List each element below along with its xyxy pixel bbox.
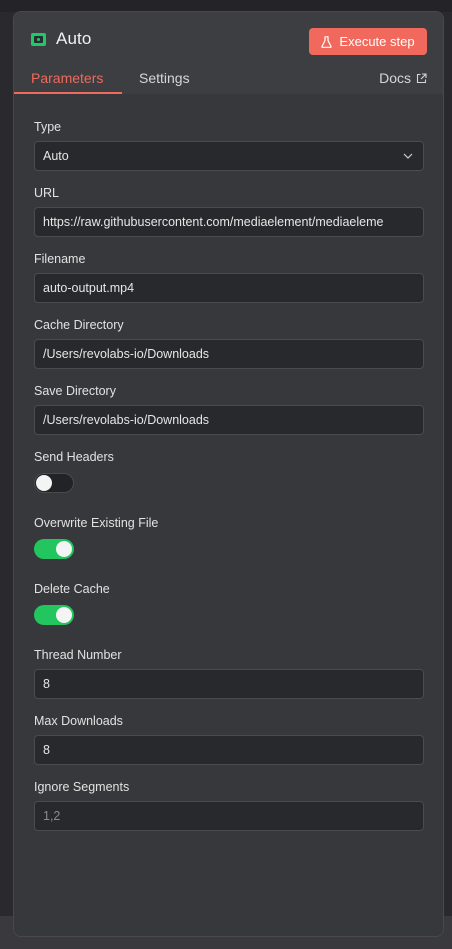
panel-header: Auto Execute step Parameters Settings Do… [14,12,443,94]
max-downloads-label: Max Downloads [34,714,123,728]
chevron-down-icon [403,153,413,159]
overwrite-existing-file-label: Overwrite Existing File [34,516,159,530]
cache-directory-field: Cache Directory /Users/revolabs-io/Downl… [34,317,424,369]
parameters-form: Type Auto URL https://raw.githubusercont… [14,94,443,936]
type-label: Type [34,120,62,134]
cache-directory-label: Cache Directory [34,318,124,332]
delete-cache-label: Delete Cache [34,582,110,596]
thread-number-label: Thread Number [34,648,122,662]
max-downloads-field: Max Downloads 8 [34,713,424,765]
execute-step-button[interactable]: Execute step [309,28,427,55]
external-link-icon [416,72,427,83]
send-headers-field: Send Headers [34,449,424,493]
save-directory-input[interactable]: /Users/revolabs-io/Downloads [34,405,424,435]
filename-label: Filename [34,252,86,266]
overwrite-existing-file-field: Overwrite Existing File [34,515,424,559]
execute-step-label: Execute step [339,34,415,49]
thread-number-input[interactable]: 8 [34,669,424,699]
url-input[interactable]: https://raw.githubusercontent.com/mediae… [34,207,424,237]
docs-link[interactable]: Docs [379,70,427,86]
delete-cache-field: Delete Cache [34,581,424,625]
docs-label: Docs [379,70,411,86]
overwrite-existing-file-toggle[interactable] [34,539,74,559]
save-directory-label: Save Directory [34,384,116,398]
send-headers-toggle[interactable] [34,473,74,493]
filename-field: Filename auto-output.mp4 [34,251,424,303]
toggle-knob [56,607,72,623]
url-label: URL [34,186,60,200]
save-directory-field: Save Directory /Users/revolabs-io/Downlo… [34,383,424,435]
tab-parameters[interactable]: Parameters [31,70,103,86]
toggle-knob [36,475,52,491]
type-select[interactable]: Auto [34,141,424,171]
url-field: URL https://raw.githubusercontent.com/me… [34,185,424,237]
ignore-segments-placeholder: 1,2 [43,809,61,823]
delete-cache-toggle[interactable] [34,605,74,625]
max-downloads-input[interactable]: 8 [34,735,424,765]
ignore-segments-input[interactable]: 1,2 [34,801,424,831]
node-title[interactable]: Auto [56,29,91,49]
node-icon [31,32,46,46]
title-row: Auto [31,29,91,49]
type-field: Type Auto [34,119,424,171]
thread-number-field: Thread Number 8 [34,647,424,699]
send-headers-label: Send Headers [34,450,114,464]
cache-directory-input[interactable]: /Users/revolabs-io/Downloads [34,339,424,369]
tab-bar: Parameters Settings Docs [14,64,443,94]
node-panel: Auto Execute step Parameters Settings Do… [13,11,444,937]
toggle-knob [56,541,72,557]
tab-settings[interactable]: Settings [139,70,190,86]
type-select-value: Auto [43,149,69,163]
flask-icon [321,35,333,48]
filename-input[interactable]: auto-output.mp4 [34,273,424,303]
ignore-segments-field: Ignore Segments 1,2 [34,779,424,831]
ignore-segments-label: Ignore Segments [34,780,130,794]
